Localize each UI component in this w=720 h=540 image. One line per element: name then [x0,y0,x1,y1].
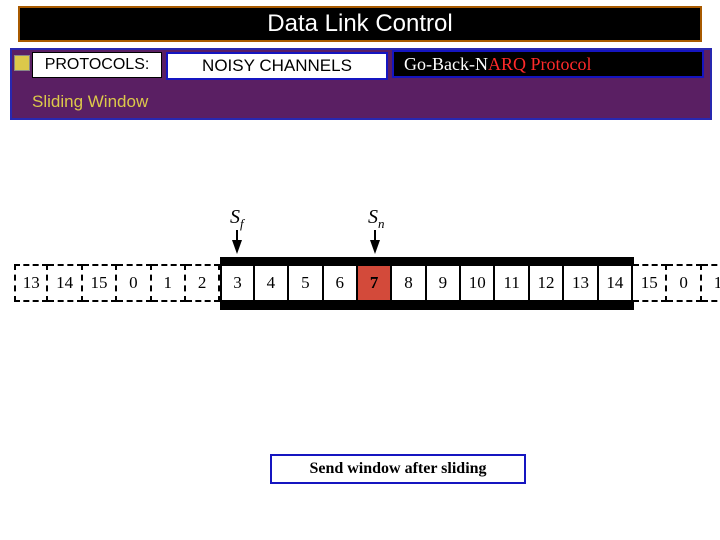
noisy-channels-box: NOISY CHANNELS [166,52,388,80]
title-text: Data Link Control [267,10,452,38]
pointer-sf-stem [236,230,238,240]
cell-window: 11 [495,264,529,302]
slide-root: Data Link Control PROTOCOLS: NOISY CHANN… [0,0,720,540]
cell-pre: 2 [186,264,220,302]
window-bar-bottom [220,302,634,310]
cell-pre: 15 [83,264,117,302]
cell-window: 8 [392,264,426,302]
cell-post: 15 [633,264,667,302]
bullet-icon [14,55,30,71]
cell-post: 0 [667,264,701,302]
cell-pre: 14 [48,264,82,302]
sequence-cells: 13 14 15 0 1 2 3 4 5 6 7 8 9 10 11 12 13… [14,264,706,302]
cell-pre: 0 [117,264,151,302]
cell-window: 10 [461,264,495,302]
protocols-label: PROTOCOLS: [45,56,150,74]
noisy-channels-label: NOISY CHANNELS [202,56,352,76]
cell-window: 14 [599,264,633,302]
caption-text: Send window after sliding [309,460,486,478]
cell-window: 5 [289,264,323,302]
cell-window: 6 [324,264,358,302]
cell-window: 12 [530,264,564,302]
cell-window: 13 [564,264,598,302]
pointer-sn-stem [374,230,376,240]
pointer-sn-label: Sn [368,206,385,232]
cell-pre: 13 [14,264,48,302]
subheading: Sliding Window [32,92,148,112]
pointer-sf-label: Sf [230,206,244,232]
cell-sn: 7 [358,264,392,302]
protocols-label-box: PROTOCOLS: [32,52,162,78]
cell-window: 4 [255,264,289,302]
caption-box: Send window after sliding [270,454,526,484]
go-back-n-prefix: Go-Back-N [404,54,488,75]
arrow-down-icon [370,240,380,254]
cell-window: 3 [220,264,254,302]
sliding-window-figure: Sf Sn 13 14 15 0 1 2 3 4 5 6 7 8 9 10 11 [14,210,706,350]
title-bar: Data Link Control [18,6,702,42]
cell-window: 9 [427,264,461,302]
go-back-n-red: ARQ Protocol [488,54,592,75]
cell-pre: 1 [152,264,186,302]
cell-post: 1 [702,264,720,302]
go-back-n-box: Go-Back-N ARQ Protocol [392,50,704,78]
arrow-down-icon [232,240,242,254]
